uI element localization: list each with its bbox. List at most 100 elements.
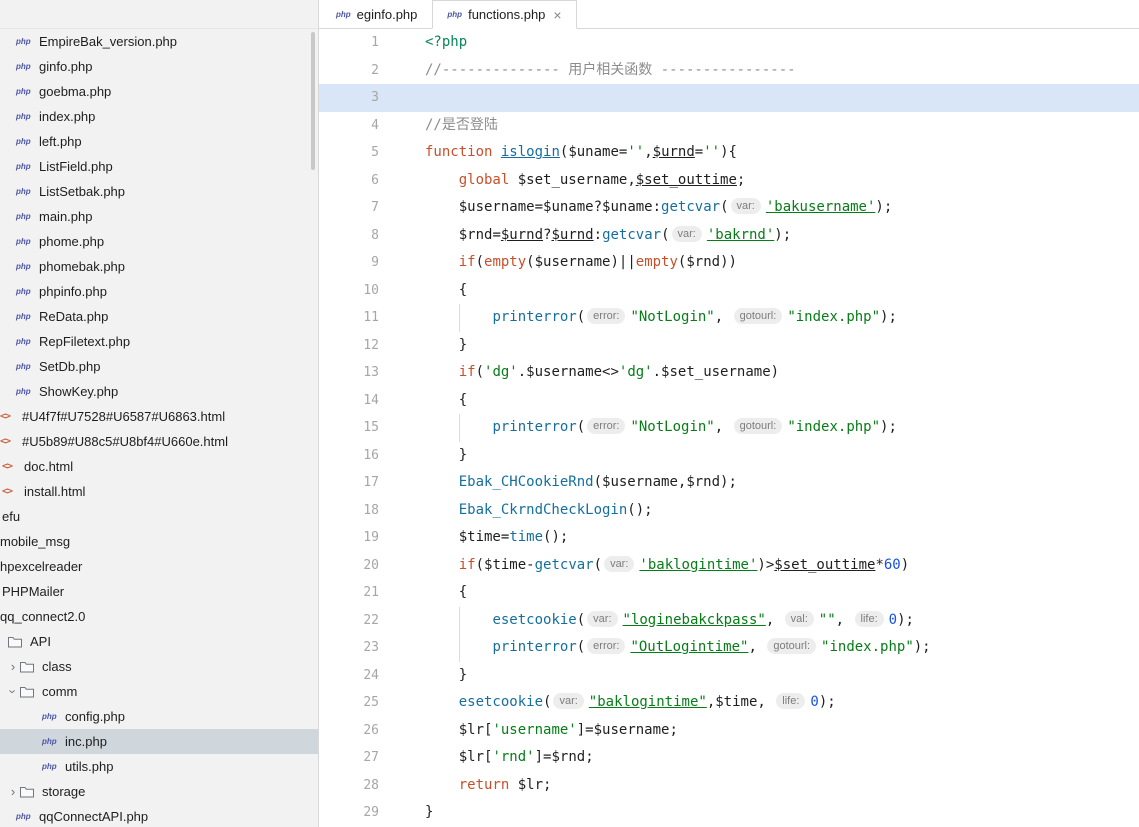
close-tab-icon[interactable]: × [553, 8, 561, 22]
line-number[interactable]: 21 [319, 579, 407, 607]
code-line-23[interactable]: 23 printerror(error:"OutLogintime", goto… [319, 634, 1139, 662]
tree-item-empirebak-version-php[interactable]: phpEmpireBak_version.php [0, 29, 318, 54]
code-line-25[interactable]: 25 esetcookie(var:"baklogintime",$time, … [319, 689, 1139, 717]
tree-item-inc-php[interactable]: phpinc.php [0, 729, 318, 754]
chevron-right-icon[interactable]: › [6, 659, 20, 674]
tree-item-efu[interactable]: efu [0, 504, 318, 529]
tab-eginfo-php[interactable]: phpeginfo.php [321, 0, 432, 28]
line-number[interactable]: 25 [319, 689, 407, 717]
line-number[interactable]: 20 [319, 552, 407, 580]
tree-item-goebma-php[interactable]: phpgoebma.php [0, 79, 318, 104]
code-line-20[interactable]: 20 if($time-getcvar(var:'baklogintime')>… [319, 552, 1139, 580]
code-line-14[interactable]: 14 { [319, 387, 1139, 415]
tree-item-phpinfo-php[interactable]: phpphpinfo.php [0, 279, 318, 304]
code-line-6[interactable]: 6 global $set_username,$set_outtime; [319, 167, 1139, 195]
code-line-18[interactable]: 18 Ebak_CkrndCheckLogin(); [319, 497, 1139, 525]
tree-item-comm[interactable]: ›comm [0, 679, 318, 704]
tree-item-mobile-msg[interactable]: mobile_msg [0, 529, 318, 554]
chevron-right-icon[interactable]: › [6, 784, 20, 799]
line-number[interactable]: 7 [319, 194, 407, 222]
line-number[interactable]: 6 [319, 167, 407, 195]
code-line-7[interactable]: 7 $username=$uname?$uname:getcvar(var:'b… [319, 194, 1139, 222]
code-line-19[interactable]: 19 $time=time(); [319, 524, 1139, 552]
line-number[interactable]: 8 [319, 222, 407, 250]
tree-item-utils-php[interactable]: phputils.php [0, 754, 318, 779]
tree-item-phome-php[interactable]: phpphome.php [0, 229, 318, 254]
tree-item-doc-html[interactable]: <>doc.html [0, 454, 318, 479]
code-line-15[interactable]: 15 printerror(error:"NotLogin", gotourl:… [319, 414, 1139, 442]
code-line-24[interactable]: 24 } [319, 662, 1139, 690]
tree-item-ginfo-php[interactable]: phpginfo.php [0, 54, 318, 79]
tree-item-showkey-php[interactable]: phpShowKey.php [0, 379, 318, 404]
tree-item-listfield-php[interactable]: phpListField.php [0, 154, 318, 179]
code-line-12[interactable]: 12 } [319, 332, 1139, 360]
line-number[interactable]: 14 [319, 387, 407, 415]
code-token: "index.php" [787, 419, 880, 435]
code-line-2[interactable]: 2//-------------- 用户相关函数 ---------------… [319, 57, 1139, 85]
line-number[interactable]: 5 [319, 139, 407, 167]
tree-item-phpmailer[interactable]: PHPMailer [0, 579, 318, 604]
tree-item-redata-php[interactable]: phpReData.php [0, 304, 318, 329]
tree-item-main-php[interactable]: phpmain.php [0, 204, 318, 229]
tab-functions-php[interactable]: phpfunctions.php× [432, 0, 576, 29]
code-line-27[interactable]: 27 $lr['rnd']=$rnd; [319, 744, 1139, 772]
tree-item-phomebak-php[interactable]: phpphomebak.php [0, 254, 318, 279]
code-line-3[interactable]: 3 [319, 84, 1139, 112]
chevron-down-icon[interactable]: › [6, 685, 21, 699]
sidebar-scrollbar[interactable] [311, 32, 315, 170]
code-line-11[interactable]: 11 printerror(error:"NotLogin", gotourl:… [319, 304, 1139, 332]
tree-item-install-html[interactable]: <>install.html [0, 479, 318, 504]
code-token: "baklogintime" [589, 694, 707, 710]
line-number[interactable]: 28 [319, 772, 407, 800]
tree-item-hpexcelreader[interactable]: hpexcelreader [0, 554, 318, 579]
line-number[interactable]: 27 [319, 744, 407, 772]
tree-item-setdb-php[interactable]: phpSetDb.php [0, 354, 318, 379]
code-line-26[interactable]: 26 $lr['username']=$username; [319, 717, 1139, 745]
tree-item-u4f7f-u7528-u6587-u6863-html[interactable]: <>#U4f7f#U7528#U6587#U6863.html [0, 404, 318, 429]
code-line-28[interactable]: 28 return $lr; [319, 772, 1139, 800]
line-number[interactable]: 11 [319, 304, 407, 332]
code-line-29[interactable]: 29} [319, 799, 1139, 827]
tree-item-config-php[interactable]: phpconfig.php [0, 704, 318, 729]
tree-item-u5b89-u88c5-u8bf4-u660e-html[interactable]: <>#U5b89#U88c5#U8bf4#U660e.html [0, 429, 318, 454]
line-number[interactable]: 13 [319, 359, 407, 387]
tree-item-left-php[interactable]: phpleft.php [0, 129, 318, 154]
line-number[interactable]: 23 [319, 634, 407, 662]
code-line-22[interactable]: 22 esetcookie(var:"loginebakckpass", val… [319, 607, 1139, 635]
tree-item-qqconnectapi-php[interactable]: phpqqConnectAPI.php [0, 804, 318, 827]
line-number[interactable]: 24 [319, 662, 407, 690]
code-line-13[interactable]: 13 if('dg'.$username<>'dg'.$set_username… [319, 359, 1139, 387]
code-line-8[interactable]: 8 $rnd=$urnd?$urnd:getcvar(var:'bakrnd')… [319, 222, 1139, 250]
code-line-21[interactable]: 21 { [319, 579, 1139, 607]
line-number[interactable]: 18 [319, 497, 407, 525]
code-line-4[interactable]: 4//是否登陆 [319, 112, 1139, 140]
line-number[interactable]: 17 [319, 469, 407, 497]
line-number[interactable]: 16 [319, 442, 407, 470]
line-number[interactable]: 26 [319, 717, 407, 745]
code-line-5[interactable]: 5function islogin($uname='',$urnd=''){ [319, 139, 1139, 167]
tree-item-api[interactable]: API [0, 629, 318, 654]
tree-item-repfiletext-php[interactable]: phpRepFiletext.php [0, 329, 318, 354]
tree-item-index-php[interactable]: phpindex.php [0, 104, 318, 129]
line-number[interactable]: 12 [319, 332, 407, 360]
tree-item-qq-connect2-0[interactable]: qq_connect2.0 [0, 604, 318, 629]
code-editor[interactable]: 1<?php2//-------------- 用户相关函数 ---------… [319, 29, 1139, 827]
line-number[interactable]: 1 [319, 29, 407, 57]
line-number[interactable]: 22 [319, 607, 407, 635]
line-number[interactable]: 2 [319, 57, 407, 85]
tree-item-class[interactable]: ›class [0, 654, 318, 679]
line-number[interactable]: 4 [319, 112, 407, 140]
line-number[interactable]: 19 [319, 524, 407, 552]
tree-item-storage[interactable]: ›storage [0, 779, 318, 804]
tree-item-listsetbak-php[interactable]: phpListSetbak.php [0, 179, 318, 204]
code-line-10[interactable]: 10 { [319, 277, 1139, 305]
code-line-9[interactable]: 9 if(empty($username)||empty($rnd)) [319, 249, 1139, 277]
line-number[interactable]: 10 [319, 277, 407, 305]
line-number[interactable]: 15 [319, 414, 407, 442]
code-line-17[interactable]: 17 Ebak_CHCookieRnd($username,$rnd); [319, 469, 1139, 497]
code-line-16[interactable]: 16 } [319, 442, 1139, 470]
code-line-1[interactable]: 1<?php [319, 29, 1139, 57]
line-number[interactable]: 29 [319, 799, 407, 827]
line-number[interactable]: 3 [319, 84, 407, 112]
line-number[interactable]: 9 [319, 249, 407, 277]
